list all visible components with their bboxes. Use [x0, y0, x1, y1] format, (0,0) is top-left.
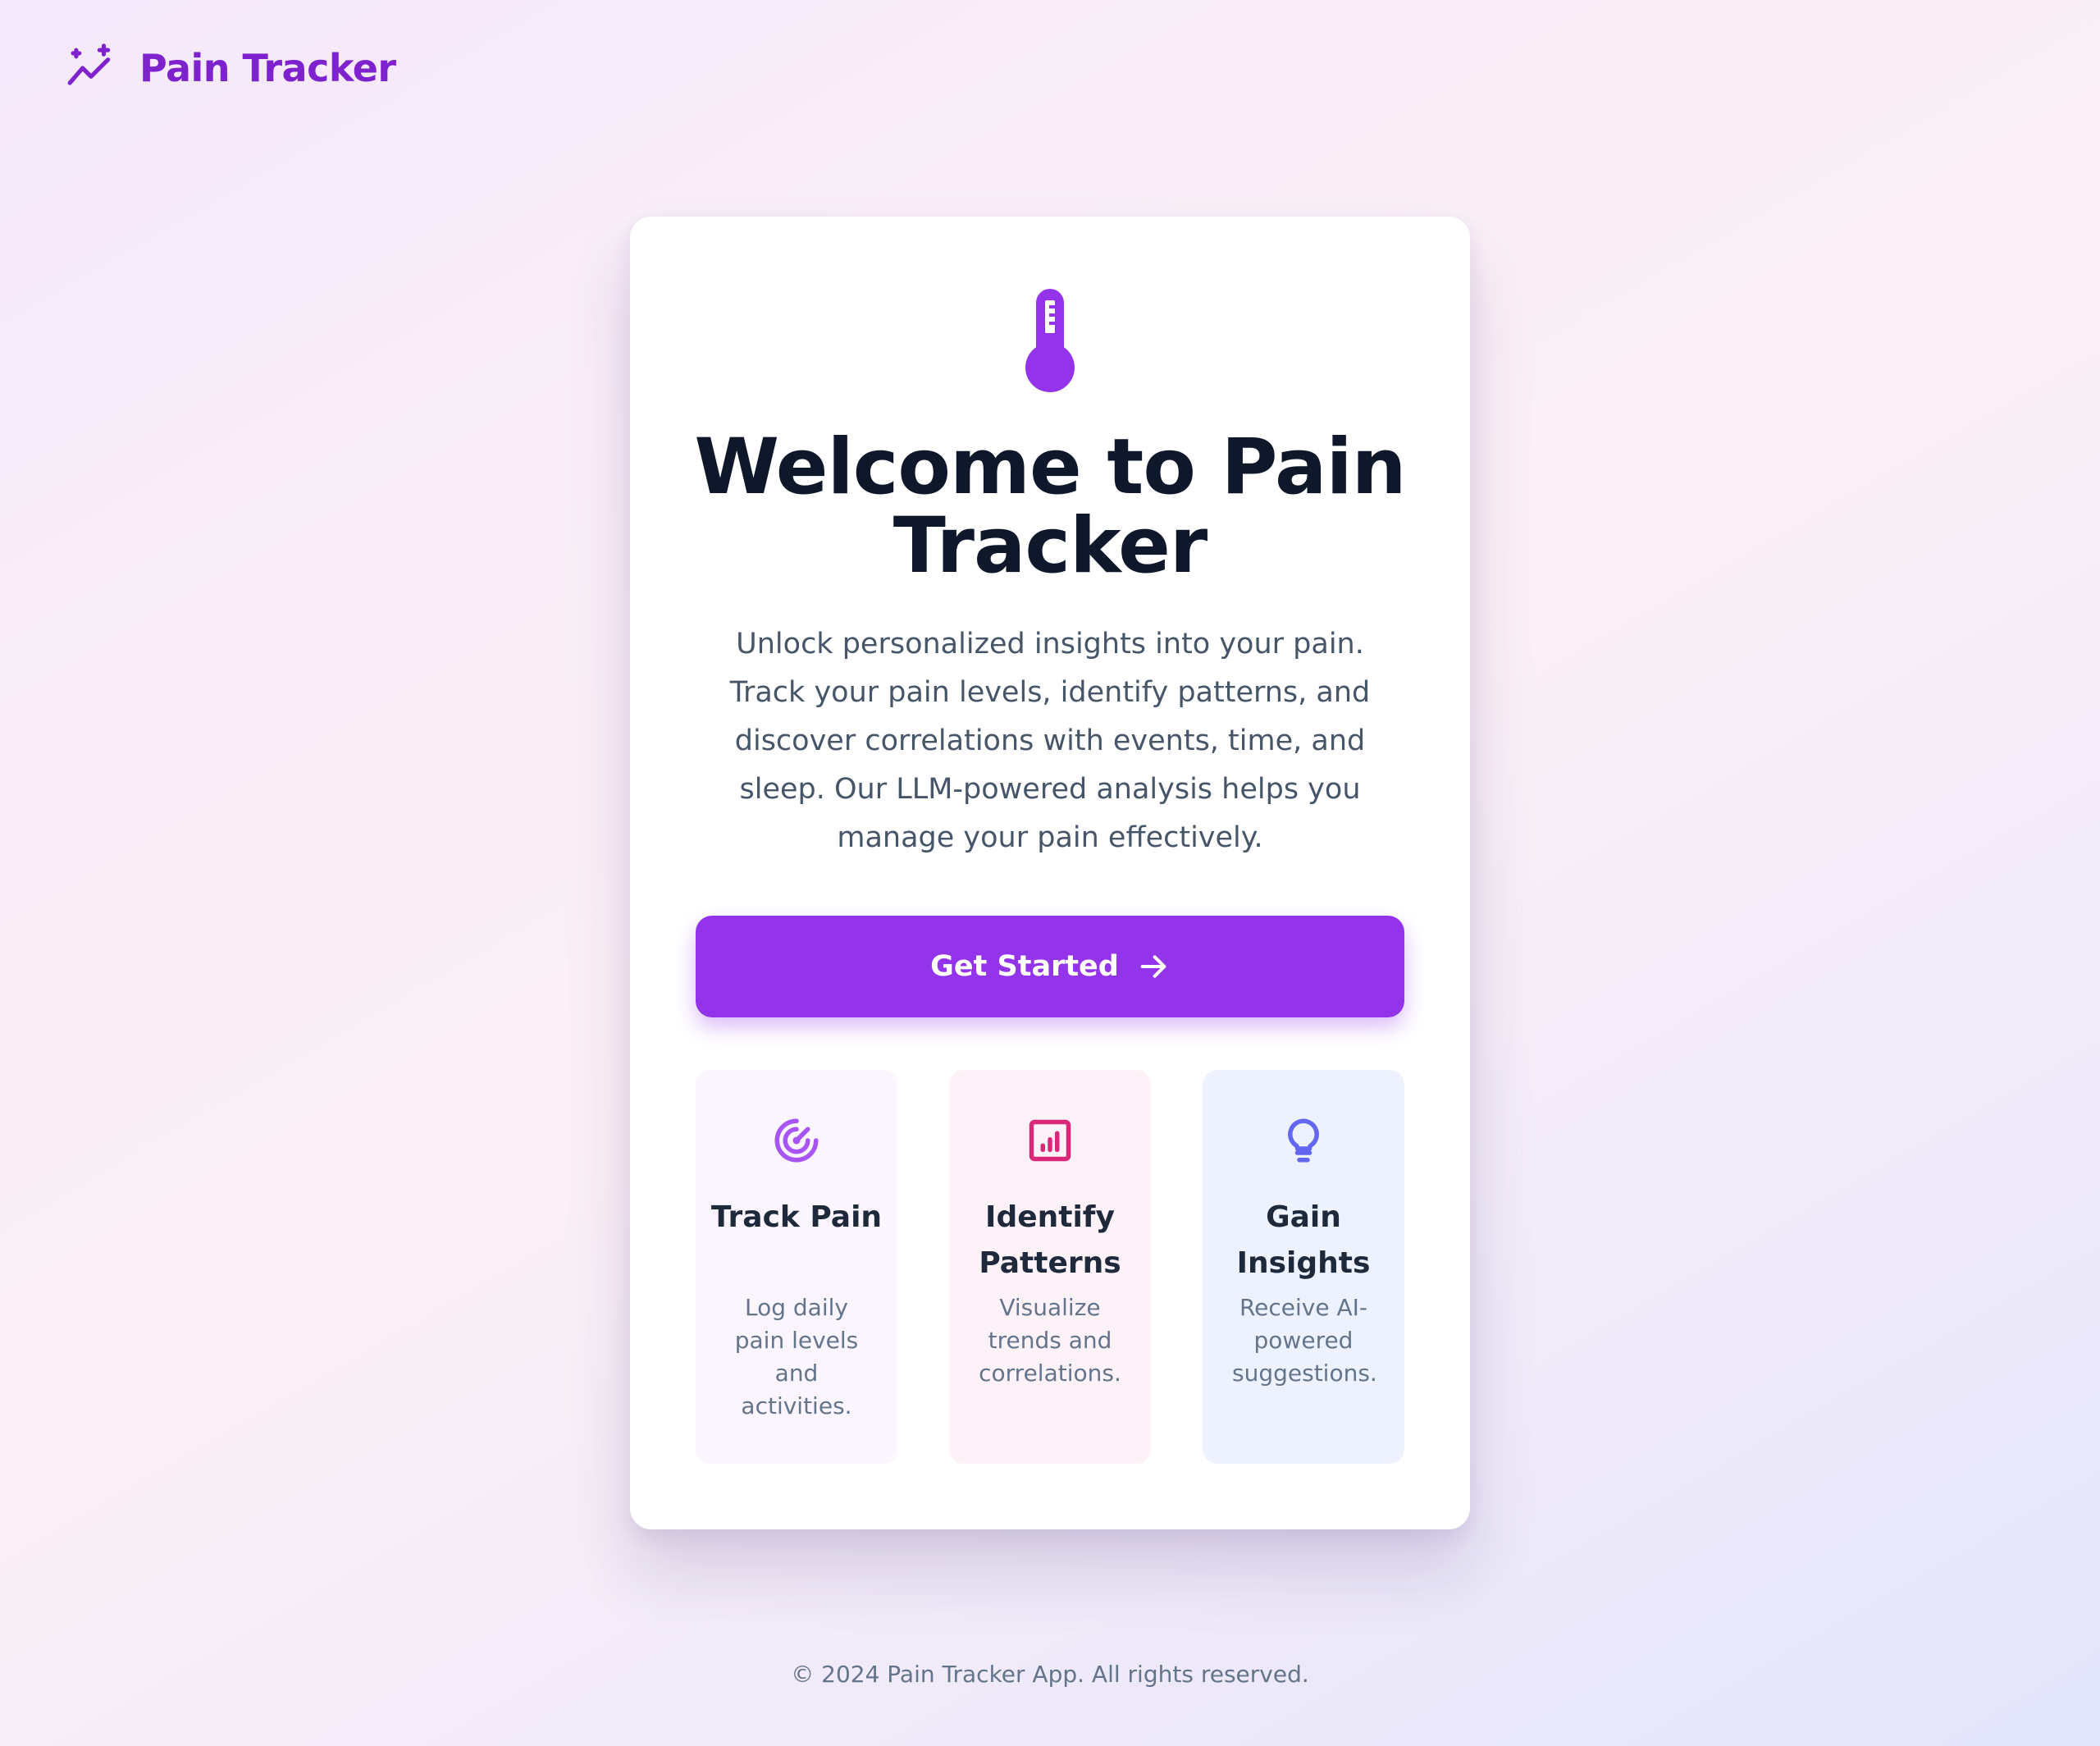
thermometer-icon: [1020, 289, 1080, 394]
feature-card-track-pain: Track Pain Log daily pain levels and act…: [696, 1070, 897, 1464]
feature-description: Visualize trends and correlations.: [979, 1294, 1121, 1387]
hero-description: Unlock personalized insights into your p…: [729, 628, 1371, 854]
welcome-card: Welcome to Pain Tracker Unlock personali…: [630, 217, 1470, 1529]
feature-title: Gain Insights: [1236, 1200, 1371, 1280]
chart-icon: [1025, 1116, 1075, 1165]
footer-copyright: © 2024 Pain Tracker App. All rights rese…: [791, 1661, 1309, 1688]
feature-title: Track Pain: [710, 1200, 883, 1234]
feature-card-gain-insights: Gain Insights Receive AI-powered suggest…: [1203, 1070, 1404, 1464]
feature-description: Log daily pain levels and activities.: [734, 1294, 859, 1419]
brand-name: Pain Tracker: [139, 46, 396, 90]
target-icon: [772, 1116, 821, 1165]
feature-card-identify-patterns: Identify Patterns Visualize trends and c…: [949, 1070, 1151, 1464]
lightbulb-icon: [1279, 1116, 1328, 1165]
get-started-label: Get Started: [930, 950, 1119, 983]
feature-title: Identify Patterns: [979, 1200, 1121, 1280]
brand-logo[interactable]: Pain Tracker: [66, 43, 396, 94]
sparkle-trend-icon: [66, 43, 116, 94]
get-started-button[interactable]: Get Started: [696, 916, 1404, 1017]
page-title: Welcome to Pain Tracker: [694, 423, 1406, 591]
feature-description: Receive AI-powered suggestions.: [1232, 1294, 1377, 1387]
arrow-right-icon: [1137, 950, 1170, 983]
